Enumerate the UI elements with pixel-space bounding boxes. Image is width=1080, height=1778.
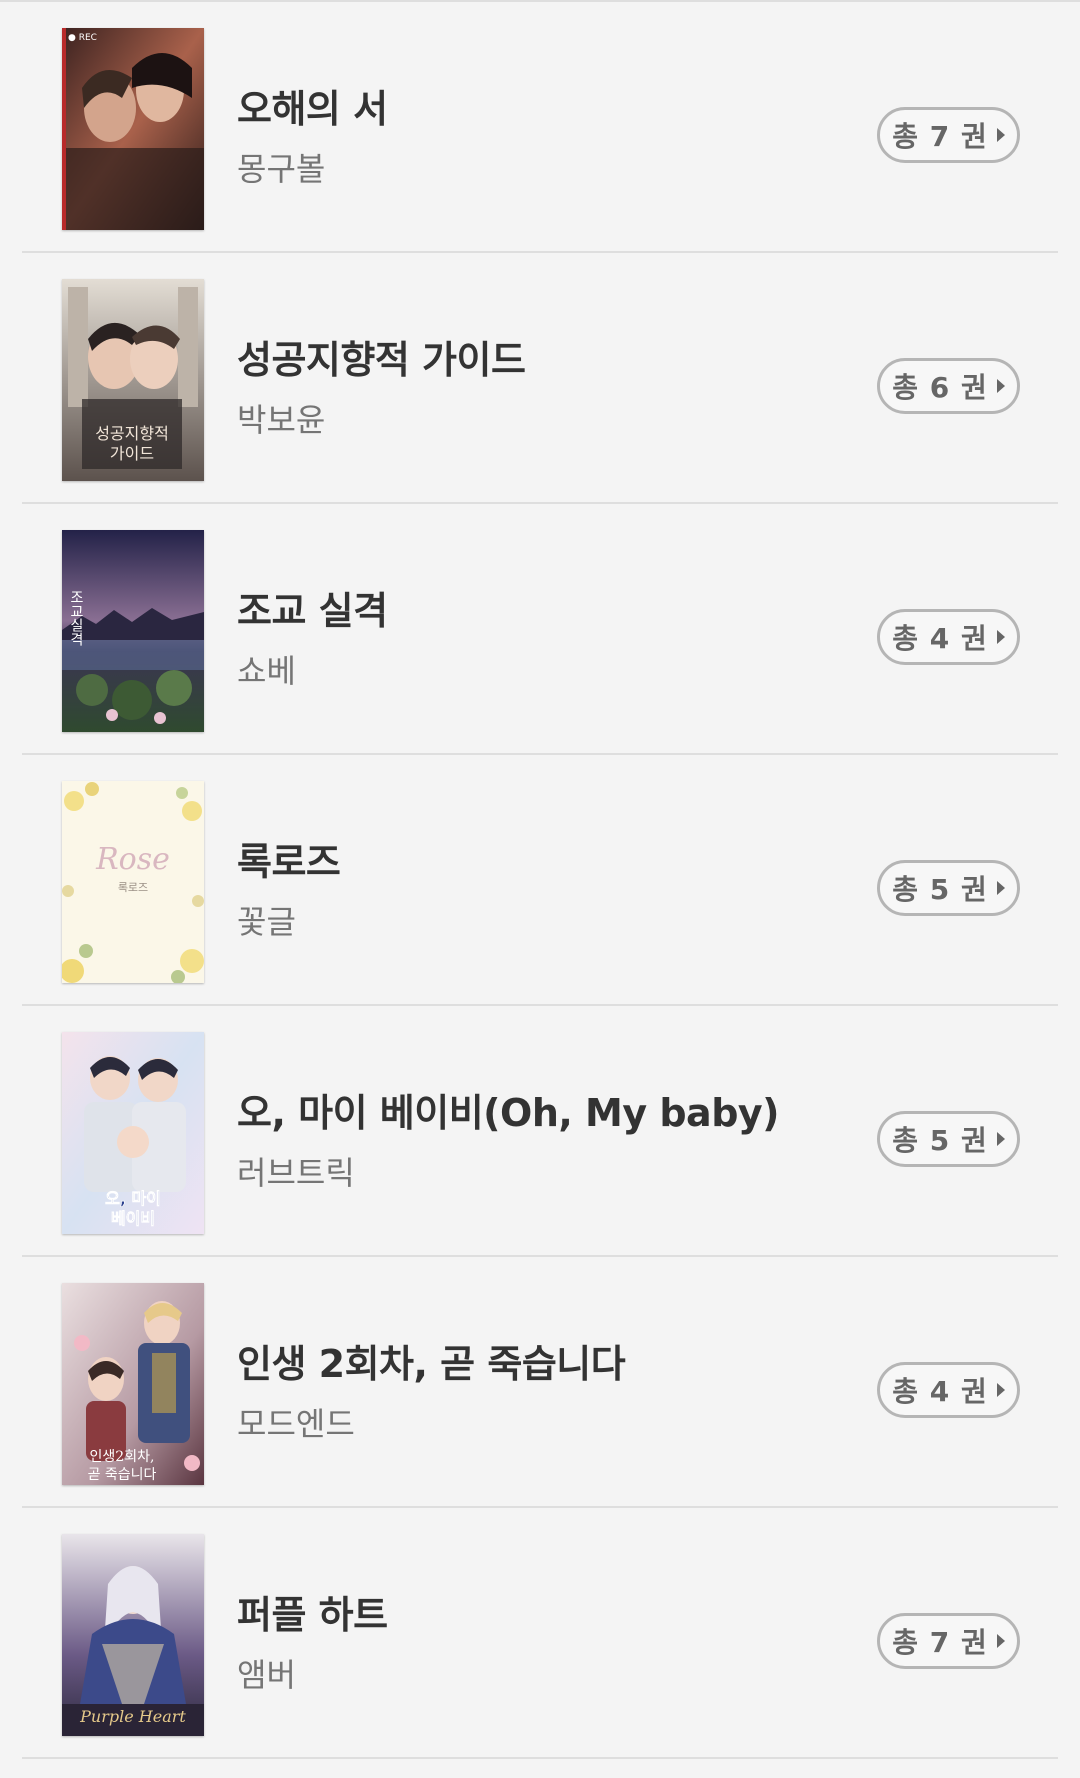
volume-count-label: 총 5 권 (892, 1124, 988, 1157)
book-cover-art: 오, 마이 베이비 (62, 1032, 204, 1234)
volume-count-label: 총 7 권 (892, 1626, 988, 1659)
book-cover[interactable]: 성공지향적 가이드 (62, 279, 204, 481)
book-cover-art: 조교실격 (62, 530, 204, 732)
svg-text:성공지향적: 성공지향적 (95, 424, 169, 443)
volume-count-button[interactable]: 총 5 권 (877, 860, 1020, 916)
book-author: 몽구볼 (237, 150, 326, 188)
volume-count-button[interactable]: 총 6 권 (877, 358, 1020, 414)
book-row[interactable]: Rose 록로즈 록로즈 꽃글 총 5 권 (22, 755, 1058, 1006)
book-title[interactable]: 퍼플 하트 (237, 1584, 388, 1639)
book-cover[interactable]: Rose 록로즈 (62, 781, 204, 983)
volume-count-button[interactable]: 총 4 권 (877, 609, 1020, 665)
volume-count-label: 총 4 권 (892, 1375, 988, 1408)
svg-text:곧 죽습니다: 곧 죽습니다 (88, 1467, 157, 1483)
volume-count-button[interactable]: 총 5 권 (877, 1111, 1020, 1167)
book-cover[interactable]: Purple Heart (62, 1534, 204, 1736)
triangle-right-icon (996, 1634, 1005, 1648)
svg-text:오, 마이: 오, 마이 (105, 1189, 161, 1208)
book-row[interactable]: Purple Heart 퍼플 하트 앰버 총 7 권 (22, 1508, 1058, 1759)
book-row[interactable]: 인생2회차, 곧 죽습니다 인생 2회차, 곧 죽습니다 모드엔드 총 4 권 (22, 1257, 1058, 1508)
book-cover[interactable]: 오, 마이 베이비 (62, 1032, 204, 1234)
volume-count-label: 총 6 권 (892, 371, 988, 404)
book-row[interactable]: 조교실격 조교 실격 쇼베 총 4 권 (22, 504, 1058, 755)
svg-text:인생2회차,: 인생2회차, (90, 1449, 155, 1465)
book-cover-art: 성공지향적 가이드 (62, 279, 204, 481)
triangle-right-icon (996, 128, 1005, 142)
book-author: 앰버 (237, 1656, 296, 1694)
book-author: 쇼베 (237, 652, 296, 690)
volume-count-button[interactable]: 총 7 권 (877, 1613, 1020, 1669)
book-author: 꽃글 (237, 903, 296, 941)
svg-text:● REC: ● REC (68, 33, 97, 43)
book-row[interactable]: 오, 마이 베이비 오, 마이 베이비(Oh, My baby) 러브트릭 총 … (22, 1006, 1058, 1257)
book-title[interactable]: 오해의 서 (237, 78, 388, 133)
volume-count-label: 총 7 권 (892, 120, 988, 153)
book-author: 러브트릭 (237, 1154, 355, 1192)
triangle-right-icon (996, 379, 1005, 393)
book-title[interactable]: 록로즈 (237, 831, 341, 886)
triangle-right-icon (996, 630, 1005, 644)
book-cover[interactable]: 인생2회차, 곧 죽습니다 (62, 1283, 204, 1485)
book-author: 모드엔드 (237, 1405, 355, 1443)
book-cover-art: ● REC (62, 28, 204, 230)
volume-count-button[interactable]: 총 4 권 (877, 1362, 1020, 1418)
triangle-right-icon (996, 1383, 1005, 1397)
triangle-right-icon (996, 881, 1005, 895)
svg-text:베이비: 베이비 (111, 1209, 155, 1228)
book-cover[interactable]: 조교실격 (62, 530, 204, 732)
book-title[interactable]: 조교 실격 (237, 580, 388, 635)
svg-text:Purple Heart: Purple Heart (79, 1707, 186, 1726)
book-title[interactable]: 오, 마이 베이비(Oh, My baby) (237, 1082, 780, 1137)
book-cover[interactable]: ● REC (62, 28, 204, 230)
book-row[interactable]: ● REC 오해의 서 몽구볼 총 7 권 (22, 2, 1058, 253)
svg-text:록로즈: 록로즈 (118, 881, 148, 894)
volume-count-label: 총 4 권 (892, 622, 988, 655)
book-cover-art: Rose 록로즈 (62, 781, 204, 983)
book-list: ● REC 오해의 서 몽구볼 총 7 권 성공지향적 가이드 성공지향적 가이… (0, 0, 1080, 1778)
svg-text:조교실격: 조교실격 (68, 590, 84, 646)
book-title[interactable]: 성공지향적 가이드 (237, 329, 526, 384)
triangle-right-icon (996, 1132, 1005, 1146)
volume-count-button[interactable]: 총 7 권 (877, 107, 1020, 163)
book-cover-art: 인생2회차, 곧 죽습니다 (62, 1283, 204, 1485)
book-cover-art: Purple Heart (62, 1534, 204, 1736)
volume-count-label: 총 5 권 (892, 873, 988, 906)
svg-text:가이드: 가이드 (110, 444, 154, 463)
svg-text:Rose: Rose (95, 842, 170, 877)
book-row[interactable]: 성공지향적 가이드 성공지향적 가이드 박보윤 총 6 권 (22, 253, 1058, 504)
book-title[interactable]: 인생 2회차, 곧 죽습니다 (237, 1333, 626, 1388)
book-author: 박보윤 (237, 401, 326, 439)
